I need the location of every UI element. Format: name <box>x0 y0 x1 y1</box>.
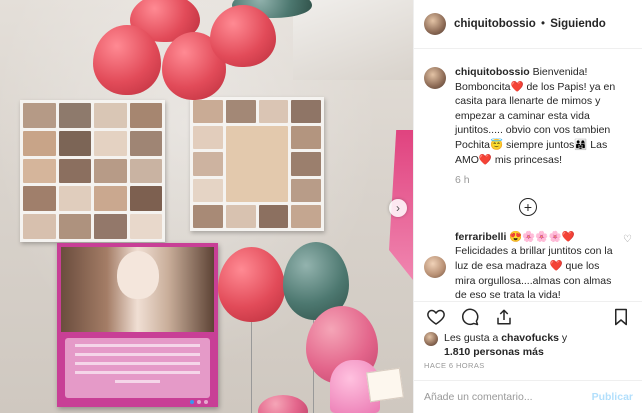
heart-icon <box>427 309 445 325</box>
carousel-indicator <box>190 400 208 404</box>
poster <box>57 243 218 407</box>
likes-middle: y <box>559 332 568 344</box>
caption: chiquitobossio Bienvenida! Bomboncita❤️ … <box>424 65 632 188</box>
shelf <box>293 0 413 80</box>
poster-message <box>65 338 210 398</box>
carousel-dot <box>204 400 208 404</box>
header-username[interactable]: chiquitobossio <box>454 18 536 30</box>
avatar[interactable] <box>424 255 446 278</box>
bookmark-icon <box>615 308 627 325</box>
save-button[interactable] <box>609 305 633 329</box>
photo-collage-center <box>190 97 324 231</box>
caption-username[interactable]: chiquitobossio <box>455 66 530 78</box>
caption-text: Bienvenida! Bomboncita❤️ de los Papis! y… <box>455 66 616 166</box>
balloon-string <box>251 318 252 413</box>
comment-like-icon[interactable]: ♡ <box>623 234 632 245</box>
comment-item: ferraribelli 😍🌸🌸🌸❤️ Felicidades a brilla… <box>424 230 632 303</box>
instagram-post: › chiquitobossio • Siguiendo chiquitobos… <box>0 0 642 413</box>
post-date[interactable]: HACE 6 HORAS <box>424 361 485 370</box>
likes-summary: Les gusta a chavofucks y 1.810 personas … <box>424 332 567 359</box>
chevron-right-icon: › <box>396 201 400 215</box>
carousel-dot <box>197 400 201 404</box>
caption-time[interactable]: 6 h <box>455 173 632 188</box>
comment-input[interactable] <box>424 391 592 403</box>
balloon <box>218 247 285 322</box>
share-icon <box>497 309 511 324</box>
carousel-next-button[interactable]: › <box>389 199 407 217</box>
liker-avatar[interactable] <box>424 332 438 346</box>
share-button[interactable] <box>492 305 516 329</box>
avatar[interactable] <box>424 13 446 35</box>
load-more-comments: + <box>424 197 632 216</box>
gift-tag <box>366 367 404 403</box>
post-sidebar: chiquitobossio • Siguiendo chiquitobossi… <box>413 0 642 413</box>
publish-button[interactable]: Publicar <box>592 391 633 403</box>
comment-icon <box>461 308 479 325</box>
liker-username[interactable]: chavofucks <box>501 332 559 344</box>
balloon <box>93 25 161 95</box>
like-button[interactable] <box>424 305 448 329</box>
plus-circle-icon[interactable]: + <box>519 197 537 216</box>
comment-username[interactable]: ferraribelli <box>455 231 506 243</box>
balloon <box>210 5 276 67</box>
avatar[interactable] <box>424 67 446 89</box>
post-photo[interactable]: › <box>0 0 413 413</box>
action-bar <box>414 301 642 331</box>
photo-collage-left <box>20 100 165 242</box>
following-button[interactable]: Siguiendo <box>550 18 606 30</box>
add-comment-bar: Publicar <box>414 380 642 413</box>
post-header: chiquitobossio • Siguiendo <box>414 0 642 49</box>
likes-count[interactable]: 1.810 personas más <box>444 346 544 358</box>
separator: • <box>540 18 546 30</box>
comments-section: chiquitobossio Bienvenida! Bomboncita❤️ … <box>414 49 642 303</box>
likes-prefix: Les gusta a <box>444 332 502 344</box>
carousel-dot <box>190 400 194 404</box>
comment-button[interactable] <box>458 305 482 329</box>
poster-baby <box>117 251 159 299</box>
